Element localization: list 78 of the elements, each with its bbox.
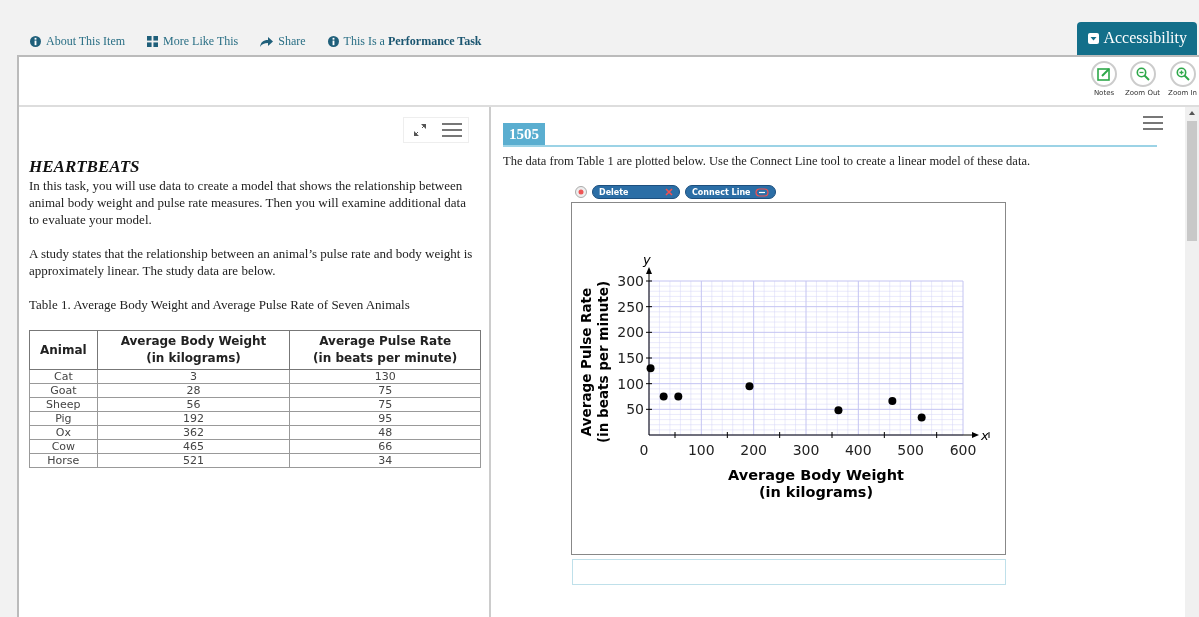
table-cell: 95 <box>289 411 481 426</box>
grid-icon <box>147 36 159 47</box>
axis-title: Average Pulse Rate (in beats per minute) <box>578 280 611 444</box>
close-icon <box>665 188 673 196</box>
tick-label: 0 <box>639 442 649 458</box>
table-cell: Pig <box>29 411 98 426</box>
scrollbar[interactable] <box>1185 107 1199 617</box>
table-cell: Cat <box>29 369 98 384</box>
passage-paragraph: In this task, you will use data to create a model that shows the relationship between animal body weight and pulse rate measures. Then you will examine additional data to evaluate your model. <box>29 177 467 228</box>
accessibility-button[interactable]: Accessibility <box>1077 22 1197 55</box>
toolbar-link[interactable]: More Like This <box>147 34 239 49</box>
stop-icon[interactable] <box>575 186 587 198</box>
scrollbar-thumb[interactable] <box>1187 121 1197 241</box>
table-cell: 3 <box>97 369 290 384</box>
tick-label: 200 <box>617 324 644 341</box>
column-header: Animal <box>29 330 98 370</box>
scroll-up-icon <box>1189 111 1195 115</box>
passage-paragraph: A study states that the relationship between an animal’s pulse rate and body weight is approximately linear. The study data are below. <box>29 245 474 279</box>
table-cell: 521 <box>97 453 290 468</box>
toolbar-link[interactable]: About This Item <box>30 34 126 49</box>
table-cell: 465 <box>97 439 290 454</box>
table-cell: 66 <box>289 439 481 454</box>
data-point <box>888 397 897 406</box>
tick-label: 200 <box>740 442 768 458</box>
tick-label: 100 <box>617 375 644 392</box>
table-cell: 28 <box>97 383 290 398</box>
data-point <box>745 382 754 391</box>
table-cell: Horse <box>29 453 98 468</box>
answer-field[interactable] <box>572 559 1006 585</box>
axis-title: Average Body Weight (in kilograms) <box>728 467 904 500</box>
tick-label: 150 <box>617 350 644 366</box>
info-icon <box>30 36 41 47</box>
tick-label: 400 <box>844 442 872 458</box>
caret-icon <box>1087 31 1101 45</box>
axis-name: y <box>643 252 651 267</box>
share-arrow-icon <box>260 36 274 47</box>
item-number: 1505 <box>503 123 545 145</box>
table-cell: 130 <box>289 369 481 384</box>
table-cell: Sheep <box>29 397 98 412</box>
data-point <box>834 406 843 415</box>
tick-label: 500 <box>897 442 925 458</box>
tick-label: 100 <box>687 442 715 458</box>
table-cell: 56 <box>97 397 290 412</box>
axis-name: x <box>981 428 989 443</box>
data-point <box>659 392 668 401</box>
table-cell: Cow <box>29 439 98 454</box>
chart-tool-button[interactable]: Delete <box>592 185 680 199</box>
table-cell: 75 <box>289 397 481 412</box>
table-cell: 34 <box>289 453 481 468</box>
menu-icon <box>1143 116 1163 130</box>
tick-label: 250 <box>617 298 644 315</box>
column-header: Average Body Weight (in kilograms) <box>97 330 290 370</box>
zoom-in-icon <box>1175 67 1190 81</box>
table-cell: 75 <box>289 383 481 398</box>
info-icon <box>327 36 339 47</box>
zoom-out-icon <box>1135 67 1150 81</box>
notes-icon <box>1097 67 1111 81</box>
expand-icon <box>413 123 427 137</box>
data-point <box>674 392 683 401</box>
chart-tool-button[interactable]: Connect Line <box>685 185 776 199</box>
tick-label: 300 <box>792 442 820 458</box>
item-prompt: The data from Table 1 are plotted below. Use the Connect Line tool to create a linear model of these data. <box>503 154 1032 169</box>
toolbar-link[interactable]: Share <box>260 34 306 49</box>
table-cell: 48 <box>289 425 481 440</box>
table-cell: 362 <box>97 425 290 440</box>
table-cell: Goat <box>29 383 98 398</box>
menu-icon <box>442 123 462 137</box>
tick-label: 300 <box>617 273 644 289</box>
passage-title: HEARTBEATS <box>29 157 141 177</box>
table-cell: 192 <box>97 411 290 426</box>
toolbar-link[interactable]: This Is a Performance Task <box>327 34 482 49</box>
column-header: Average Pulse Rate (in beats per minute) <box>289 330 481 370</box>
table-caption: Table 1. Average Body Weight and Average Pulse Rate of Seven Animals <box>29 296 411 313</box>
tick-label: 600 <box>949 442 977 458</box>
data-point <box>646 364 655 373</box>
data-point <box>917 413 926 422</box>
table-cell: Ox <box>29 425 98 440</box>
tick-label: 50 <box>626 401 644 418</box>
